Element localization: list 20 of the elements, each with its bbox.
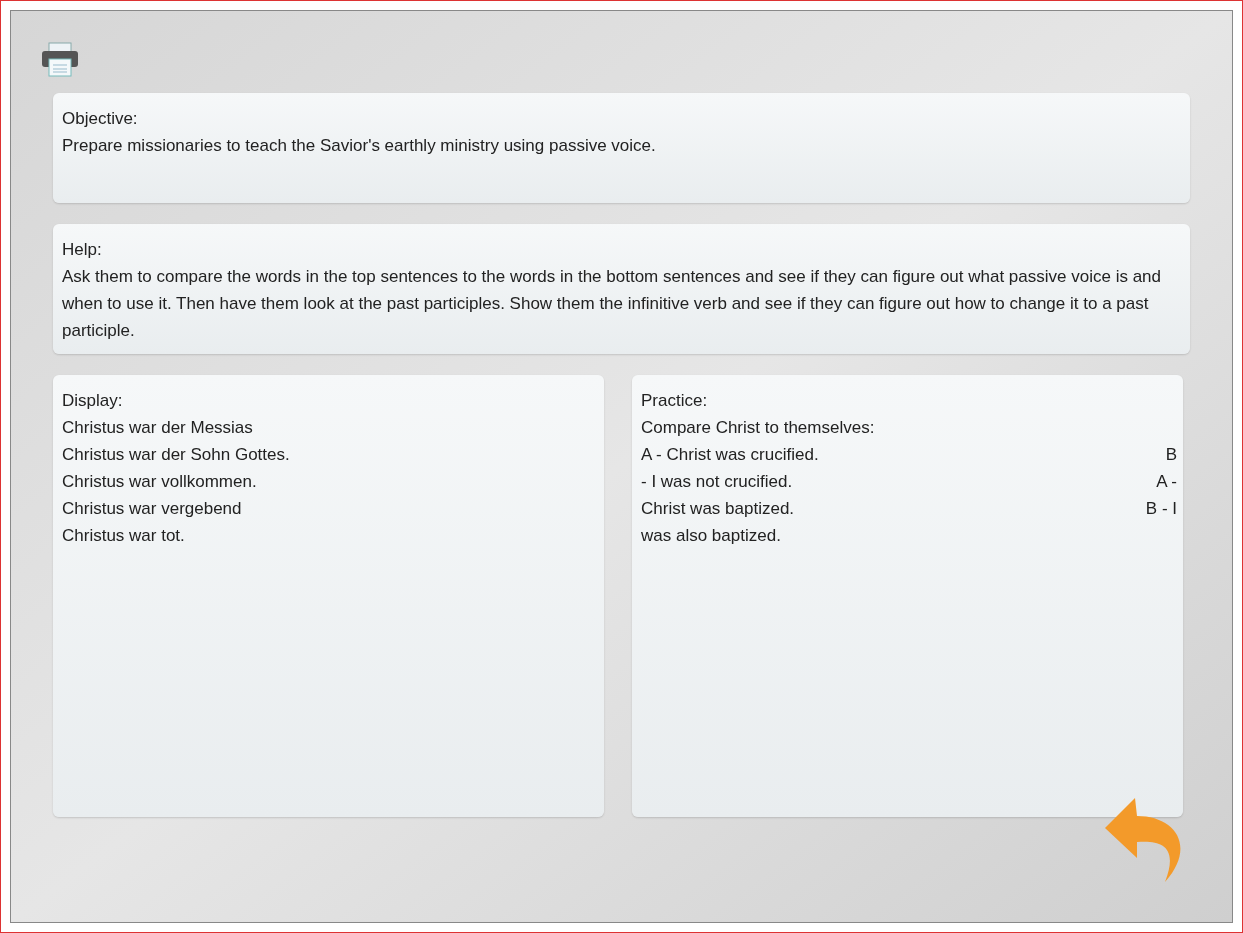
practice-line: A - Christ was crucified. [641,444,819,466]
display-line: Christus war vergebend [62,498,243,520]
practice-line-end: B - I [1145,498,1177,520]
display-line: Christus war der Sohn Gottes. [62,444,291,466]
display-line: Christus war tot. [62,525,186,547]
display-line: Christus war vollkommen. [62,471,258,493]
practice-line-end: B [1165,444,1177,466]
panel-heading: Practice: [641,390,709,412]
practice-line: Christ was baptized. [641,498,795,520]
panel-heading: Objective: [62,108,139,130]
display-line: Christus war der Messias [62,417,254,439]
practice-line: - I was not crucified. [641,471,793,493]
practice-line-end: A - [1156,471,1177,493]
panel-heading: Help: [62,239,103,261]
panel-heading: Display: [62,390,124,412]
panel-text: Ask them to compare the words in the top sentences to the words in the bottom sentences and see if they can figure out what passive voice is and when to use it. Then have them look at the past participles. Show them the infinitive verb and see if they can figure out how to change it to a past participle. [62,266,1162,342]
printer-icon[interactable] [41,41,79,77]
panel-text: Prepare missionaries to teach the Savior's earthly ministry using passive voice. [62,135,657,157]
practice-line: was also baptized. [641,525,781,547]
practice-line: Compare Christ to themselves: [641,417,875,439]
